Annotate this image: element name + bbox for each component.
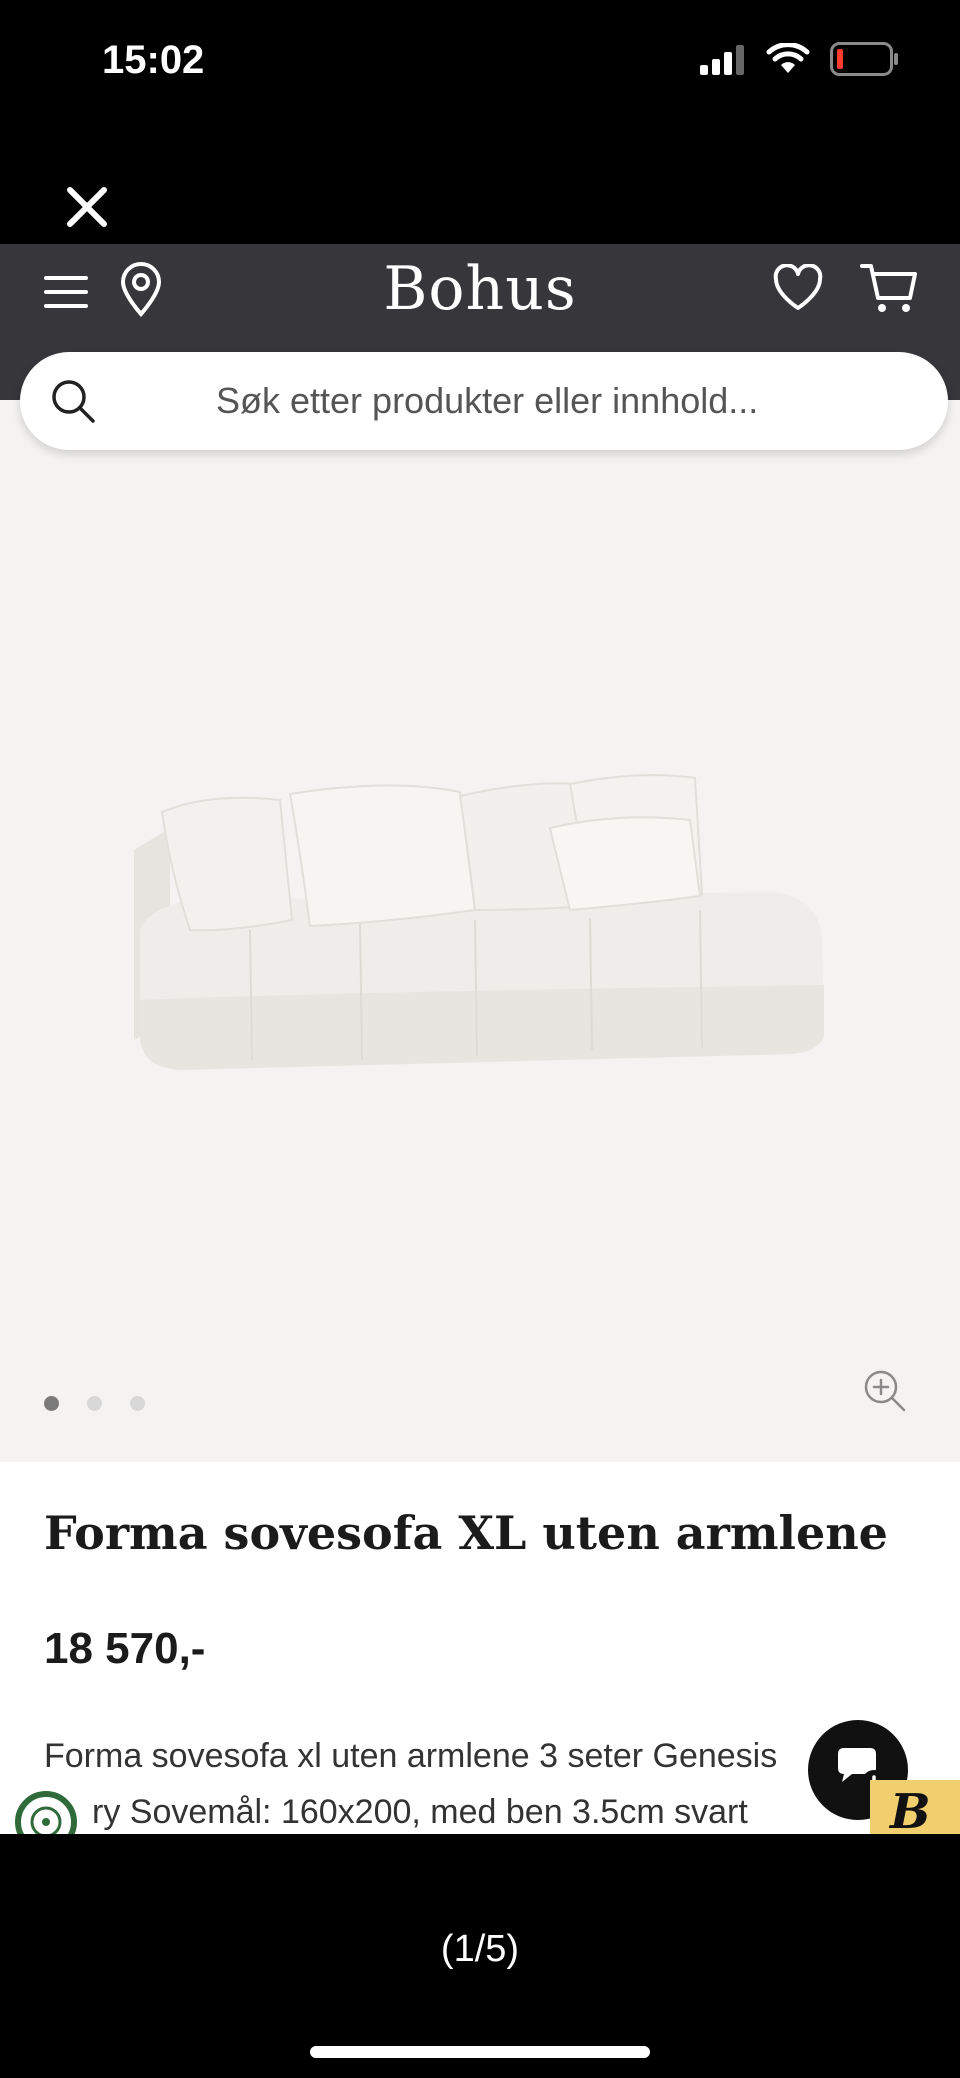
viewer-top-bar: [0, 160, 960, 244]
gallery-dot-2[interactable]: [87, 1396, 102, 1411]
signal-icon: [700, 45, 744, 75]
gallery-dot-3[interactable]: [130, 1396, 145, 1411]
product-image-sofa: [134, 774, 824, 1070]
brand-badge[interactable]: B: [870, 1780, 960, 1834]
product-price: 18 570,-: [44, 1624, 206, 1673]
wifi-icon: [766, 43, 810, 73]
gallery-dot-1[interactable]: [44, 1396, 59, 1411]
product-title: Forma sovesofa XL uten armlene: [44, 1506, 888, 1560]
eco-badge[interactable]: [14, 1790, 78, 1834]
viewer-bottom-bar: (1/5): [0, 1834, 960, 2078]
zoom-in-icon[interactable]: [862, 1368, 908, 1414]
search-input[interactable]: [130, 374, 960, 428]
gallery-pagination: [44, 1396, 145, 1411]
status-time: 15:02: [102, 38, 205, 82]
eco-badge-icon: [15, 1791, 77, 1834]
home-indicator[interactable]: [310, 2046, 650, 2058]
status-icons: [700, 42, 900, 76]
battery-icon: [830, 42, 898, 76]
heart-icon[interactable]: [772, 264, 824, 312]
status-bar: 15:02: [0, 0, 960, 130]
close-icon[interactable]: [62, 182, 112, 232]
description-line-1: Forma sovesofa xl uten armlene 3 seter G…: [44, 1737, 778, 1775]
brand-badge-mark: B: [890, 1784, 931, 1834]
product-image-gallery[interactable]: [0, 400, 960, 1462]
product-description: Forma sovesofa xl uten armlene 3 seter G…: [44, 1728, 824, 1834]
image-counter: (1/5): [440, 1928, 520, 1970]
description-line-2: ry Sovemål: 160x200, med ben 3.5cm svart: [92, 1793, 748, 1831]
search-bar: [20, 352, 960, 450]
cart-icon[interactable]: [860, 260, 918, 316]
search-icon[interactable]: [50, 378, 96, 424]
